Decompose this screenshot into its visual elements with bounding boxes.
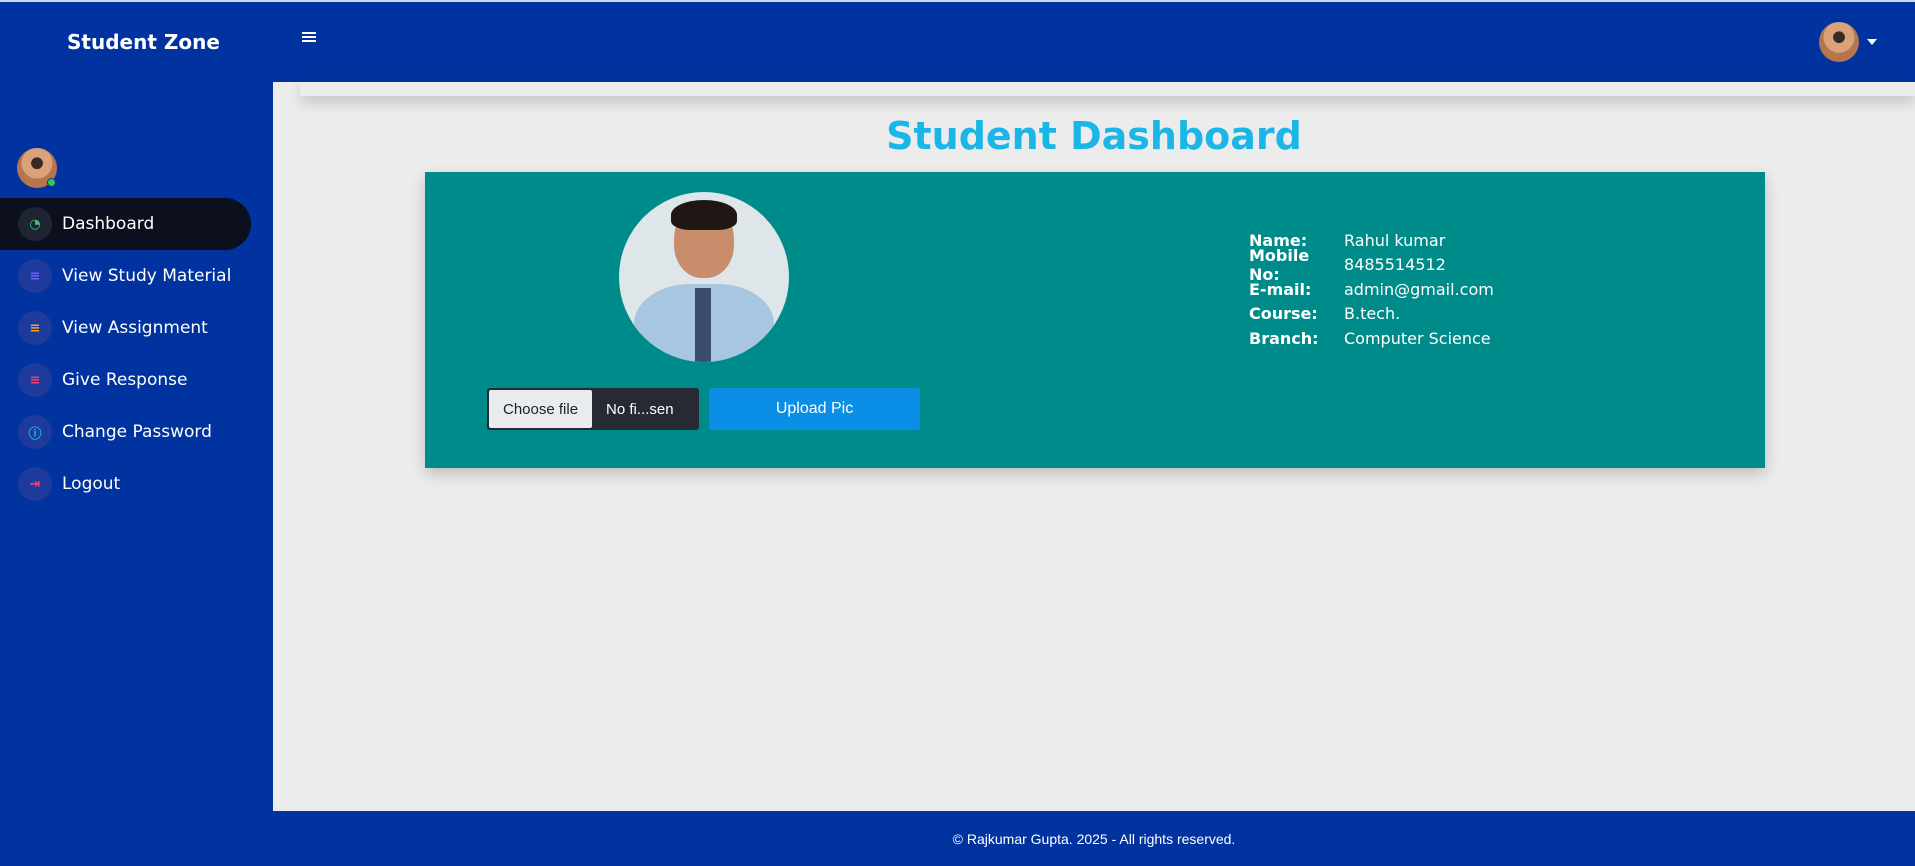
file-input[interactable]: Choose file No fi...sen	[487, 388, 699, 430]
user-avatar[interactable]	[1819, 22, 1859, 62]
sidebar-item-label: Logout	[62, 474, 121, 494]
online-status-icon	[47, 178, 56, 187]
sidebar-item-give-response[interactable]: ≡ Give Response	[0, 354, 273, 406]
info-value: Rahul kumar	[1344, 230, 1446, 250]
list-icon: ≡	[18, 259, 52, 293]
file-status-text: No fi...sen	[606, 400, 674, 418]
list-icon: ≡	[18, 311, 52, 345]
sidebar-item-change-password[interactable]: ⓘ Change Password	[0, 406, 273, 458]
sidebar-item-label: View Study Material	[62, 266, 232, 286]
info-key: Mobile No:	[1249, 245, 1310, 284]
sidebar: ◔ Dashboard ≡ View Study Material ≡ View…	[0, 82, 273, 866]
choose-file-button[interactable]: Choose file	[489, 390, 593, 428]
info-row-email: E-mail: admin@gmail.com	[1249, 277, 1494, 302]
info-key: Branch:	[1249, 328, 1319, 348]
info-value: 8485514512	[1344, 255, 1446, 275]
profile-photo	[619, 192, 789, 362]
profile-card: Choose file No fi...sen Upload Pic Name:…	[425, 172, 1765, 468]
info-row-mobile: Mobile No: 8485514512	[1249, 246, 1494, 284]
header-shadow	[300, 82, 1915, 96]
sidebar-item-label: View Assignment	[62, 318, 208, 338]
sidebar-nav: ◔ Dashboard ≡ View Study Material ≡ View…	[0, 198, 273, 510]
sidebar-item-view-assignment[interactable]: ≡ View Assignment	[0, 302, 273, 354]
top-navbar: Student Zone	[0, 0, 1915, 82]
sidebar-item-label: Dashboard	[62, 214, 155, 234]
info-value: B.tech.	[1344, 304, 1401, 324]
sidebar-item-label: Change Password	[62, 422, 212, 442]
info-key: E-mail:	[1249, 279, 1312, 299]
info-value: admin@gmail.com	[1344, 279, 1494, 299]
info-row-branch: Branch: Computer Science	[1249, 326, 1494, 351]
user-menu[interactable]	[1819, 22, 1877, 62]
list-icon: ≡	[18, 363, 52, 397]
footer-text: © Rajkumar Gupta. 2025 - All rights rese…	[952, 830, 1236, 847]
sidebar-avatar	[17, 148, 57, 188]
page-title: Student Dashboard	[886, 114, 1302, 158]
info-key: Course:	[1249, 304, 1318, 324]
info-icon: ⓘ	[18, 415, 52, 449]
sidebar-item-view-study-material[interactable]: ≡ View Study Material	[0, 250, 273, 302]
hamburger-icon[interactable]	[302, 32, 316, 44]
footer: © Rajkumar Gupta. 2025 - All rights rese…	[273, 811, 1915, 866]
sidebar-item-logout[interactable]: ⇥ Logout	[0, 458, 273, 510]
sidebar-item-dashboard[interactable]: ◔ Dashboard	[0, 198, 251, 250]
speedometer-icon: ◔	[18, 207, 52, 241]
chevron-down-icon[interactable]	[1867, 39, 1877, 45]
upload-pic-button[interactable]: Upload Pic	[709, 388, 920, 430]
profile-info: Name: Rahul kumar Mobile No: 8485514512 …	[1249, 228, 1494, 351]
logout-icon: ⇥	[18, 467, 52, 501]
info-value: Computer Science	[1344, 328, 1491, 348]
info-row-course: Course: B.tech.	[1249, 302, 1494, 327]
app-brand[interactable]: Student Zone	[67, 30, 220, 54]
sidebar-item-label: Give Response	[62, 370, 188, 390]
